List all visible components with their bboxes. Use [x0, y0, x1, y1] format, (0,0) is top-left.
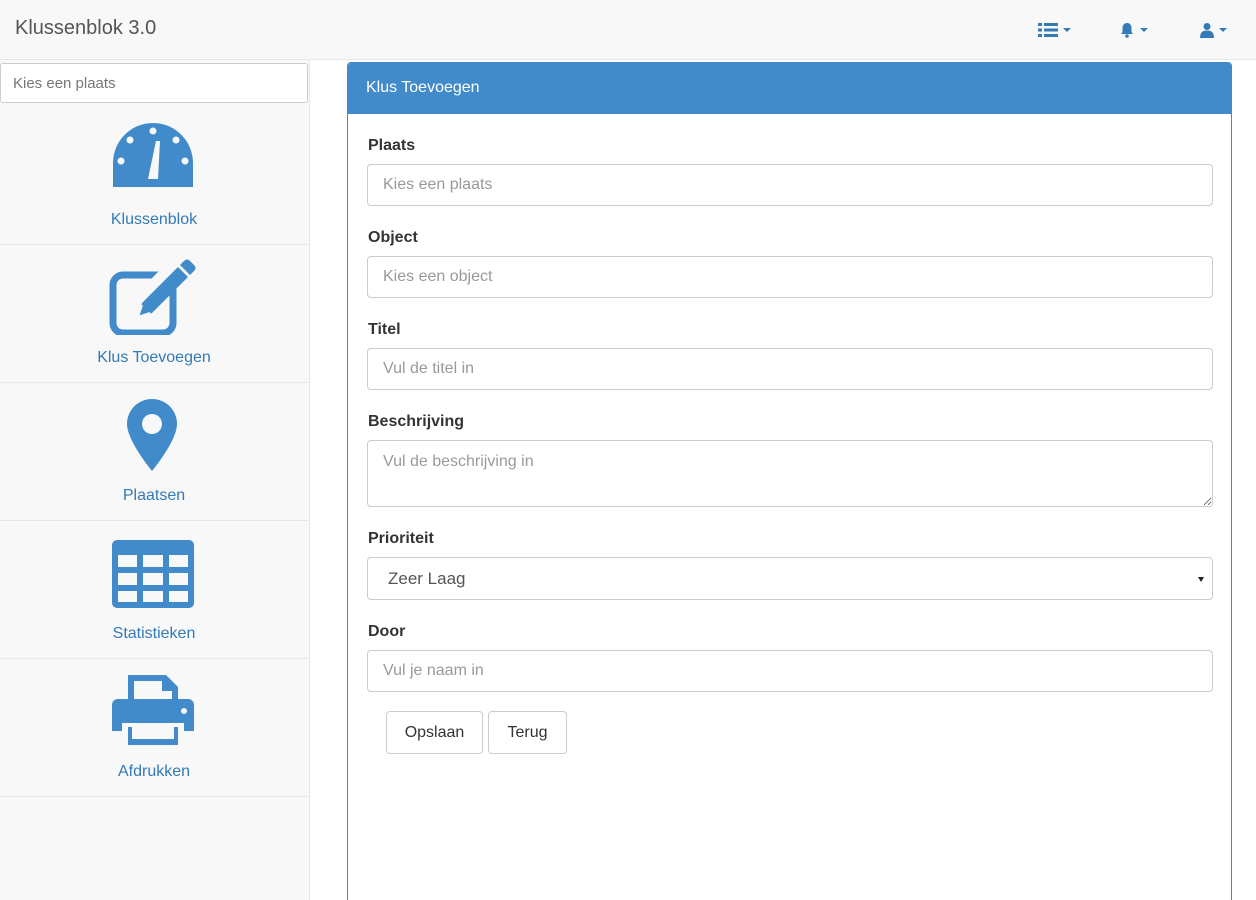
sidebar-item-statistieken[interactable]: Statistieken [0, 521, 308, 659]
bell-icon [1121, 23, 1133, 38]
sidebar-item-label: Statistieken [112, 625, 196, 642]
titel-label: Titel [368, 321, 401, 338]
back-button[interactable]: Terug [488, 711, 567, 754]
caret-down-icon [1198, 577, 1204, 582]
object-label: Object [368, 229, 418, 246]
prioriteit-selected-value: Zeer Laag [388, 569, 466, 588]
chevron-down-icon [1140, 28, 1148, 32]
sidebar-item-label: Klussenblok [110, 211, 198, 228]
table-icon [112, 540, 194, 608]
user-icon [1200, 23, 1214, 38]
app-title[interactable]: Klussenblok 3.0 [15, 17, 156, 40]
panel-heading: Klus Toevoegen [348, 63, 1231, 114]
menu-list-icon [1038, 23, 1058, 37]
add-job-panel: Klus Toevoegen Plaats Object Titel Besch… [347, 62, 1232, 900]
sidebar-item-label: Afdrukken [117, 763, 191, 780]
prioriteit-label: Prioriteit [368, 530, 434, 547]
sidebar-item-plaatsen[interactable]: Plaatsen [0, 383, 308, 521]
door-label: Door [368, 623, 406, 640]
dashboard-icon [113, 123, 193, 187]
save-button[interactable]: Opslaan [386, 711, 483, 754]
sidebar-item-afdrukken[interactable]: Afdrukken [0, 659, 308, 797]
map-marker-icon [127, 399, 177, 471]
top-navbar: Klussenblok 3.0 [0, 0, 1256, 60]
object-input[interactable] [367, 256, 1213, 298]
sidebar-item-klussenblok[interactable]: Klussenblok [0, 107, 308, 245]
plaats-input[interactable] [367, 164, 1213, 206]
door-input[interactable] [367, 650, 1213, 692]
edit-icon [109, 259, 196, 335]
plaats-label: Plaats [368, 137, 416, 154]
menu-list-dropdown[interactable] [1038, 20, 1071, 40]
notifications-dropdown[interactable] [1119, 20, 1148, 40]
beschrijving-label: Beschrijving [368, 413, 465, 430]
chevron-down-icon [1219, 28, 1227, 32]
sidebar-item-label: Klus Toevoegen [97, 349, 211, 366]
sidebar-item-label: Plaatsen [122, 487, 186, 504]
beschrijving-textarea[interactable] [367, 440, 1213, 507]
titel-input[interactable] [367, 348, 1213, 390]
chevron-down-icon [1063, 28, 1071, 32]
printer-icon [112, 675, 194, 745]
user-dropdown[interactable] [1200, 20, 1227, 40]
prioriteit-select[interactable]: Zeer Laag [367, 557, 1213, 600]
sidebar: Klussenblok Klus Toevoegen Plaatsen Stat… [0, 60, 310, 900]
sidebar-search-input[interactable] [0, 63, 308, 103]
sidebar-item-klus-toevoegen[interactable]: Klus Toevoegen [0, 245, 308, 383]
